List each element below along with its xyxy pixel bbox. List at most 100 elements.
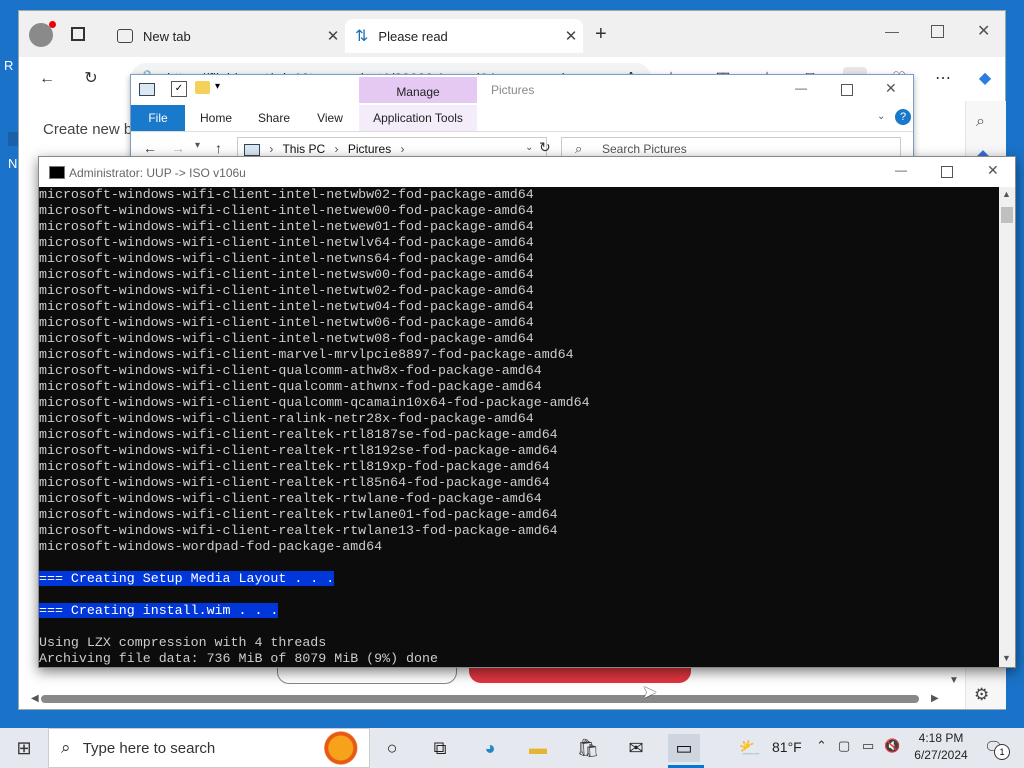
console-line-text: microsoft-windows-wifi-client-realtek-rt… bbox=[39, 475, 550, 490]
properties-checkbox-icon[interactable]: ✓ bbox=[171, 81, 187, 97]
console-line: microsoft-windows-wifi-client-realtek-rt… bbox=[39, 475, 999, 491]
copilot-icon[interactable]: ◆ bbox=[973, 67, 997, 91]
settings-gear-icon[interactable]: ⚙ bbox=[974, 685, 989, 705]
console-line: microsoft-windows-wifi-client-qualcomm-a… bbox=[39, 379, 999, 395]
command-prompt-icon[interactable]: ▭ bbox=[668, 734, 700, 762]
chevron-right-icon: › bbox=[334, 142, 339, 156]
back-icon[interactable]: ← bbox=[35, 67, 59, 91]
more-options-icon[interactable]: ⋯ bbox=[931, 67, 955, 91]
volume-muted-icon[interactable]: 🔇 bbox=[884, 738, 900, 754]
scroll-up-icon[interactable]: ▲ bbox=[1002, 189, 1011, 199]
search-icon: ⌕ bbox=[61, 738, 71, 757]
file-explorer-icon[interactable]: ▬ bbox=[522, 734, 554, 762]
sort-arrows-icon: ⇅ bbox=[355, 28, 369, 45]
tab-new-tab[interactable]: New tab ✕ bbox=[105, 19, 345, 53]
command-prompt-window: Administrator: UUP -> ISO v106u — ✕ micr… bbox=[38, 156, 1016, 668]
ribbon-tab-home[interactable]: Home bbox=[191, 105, 241, 131]
cmd-app-icon[interactable] bbox=[49, 166, 65, 179]
console-line: microsoft-windows-wifi-client-realtek-rt… bbox=[39, 523, 999, 539]
console-line-text: microsoft-windows-wifi-client-realtek-rt… bbox=[39, 459, 550, 474]
ribbon-tab-file[interactable]: File bbox=[131, 105, 185, 131]
ribbon-tab-share[interactable]: Share bbox=[249, 105, 299, 131]
console-line-text: microsoft-windows-wifi-client-realtek-rt… bbox=[39, 427, 558, 442]
close-tab-icon[interactable]: ✕ bbox=[559, 27, 583, 45]
back-icon[interactable]: ← bbox=[143, 140, 157, 156]
console-line-text: microsoft-windows-wifi-client-intel-netw… bbox=[39, 315, 534, 330]
search-placeholder: Type here to search bbox=[82, 740, 216, 757]
console-line: microsoft-windows-wifi-client-intel-netw… bbox=[39, 235, 999, 251]
console-line: microsoft-windows-wifi-client-intel-netw… bbox=[39, 219, 999, 235]
this-pc-icon bbox=[244, 143, 260, 156]
desktop-icon[interactable] bbox=[8, 132, 18, 146]
new-tab-icon bbox=[117, 29, 133, 43]
task-view-icon[interactable]: ⧉ bbox=[424, 734, 456, 762]
folder-icon[interactable] bbox=[195, 81, 210, 94]
console-line: microsoft-windows-wifi-client-intel-netw… bbox=[39, 315, 999, 331]
console-line-text: === Creating Setup Media Layout . . . bbox=[39, 571, 335, 586]
close-button[interactable]: ✕ bbox=[885, 80, 897, 97]
tab-actions-icon[interactable] bbox=[71, 27, 85, 41]
console-line: microsoft-windows-wifi-client-ralink-net… bbox=[39, 411, 999, 427]
tab-label: New tab bbox=[143, 28, 191, 44]
mail-icon[interactable]: ✉ bbox=[620, 734, 652, 762]
up-icon[interactable]: ↑ bbox=[215, 140, 222, 156]
close-tab-icon[interactable]: ✕ bbox=[321, 27, 345, 45]
weather-temp[interactable]: 81°F bbox=[772, 739, 802, 755]
meet-now-icon[interactable]: ▢ bbox=[838, 738, 850, 754]
console-line: microsoft-windows-wifi-client-realtek-rt… bbox=[39, 427, 999, 443]
refresh-icon[interactable]: ↻ bbox=[539, 139, 551, 156]
breadcrumb-item[interactable]: Pictures bbox=[348, 142, 391, 156]
ribbon-tab-application-tools[interactable]: Application Tools bbox=[359, 105, 477, 131]
edge-browser-icon[interactable]: ◕ bbox=[474, 734, 506, 762]
search-icon[interactable]: ⌕ bbox=[976, 113, 985, 131]
ribbon-tab-view[interactable]: View bbox=[305, 105, 355, 131]
close-button[interactable]: ✕ bbox=[987, 162, 999, 179]
console-line-text: microsoft-windows-wifi-client-intel-netw… bbox=[39, 219, 534, 234]
tab-please-read[interactable]: ⇅ Please read ✕ bbox=[345, 19, 583, 53]
minimize-button[interactable]: — bbox=[795, 81, 807, 95]
minimize-button[interactable]: — bbox=[885, 23, 899, 39]
chevron-right-icon: › bbox=[400, 142, 405, 156]
address-dropdown-icon[interactable]: ⌄ bbox=[525, 142, 533, 153]
windows-start-icon[interactable]: ⊞ bbox=[8, 734, 40, 762]
clock[interactable]: 4:18 PM 6/27/2024 bbox=[908, 731, 974, 762]
desktop-icon-label: R bbox=[4, 58, 14, 73]
console-line: microsoft-windows-wifi-client-intel-netw… bbox=[39, 251, 999, 267]
scroll-right-icon[interactable]: ▶ bbox=[931, 693, 939, 704]
vertical-scrollbar[interactable]: ▲ ▼ bbox=[999, 187, 1015, 667]
weather-icon[interactable]: ⛅ bbox=[734, 734, 766, 762]
console-line: microsoft-windows-wifi-client-intel-netw… bbox=[39, 187, 999, 203]
console-output[interactable]: microsoft-windows-wifi-client-intel-netw… bbox=[39, 187, 999, 667]
quick-access-dropdown-icon[interactable]: ▾ bbox=[215, 81, 220, 92]
recent-locations-icon[interactable]: ▾ bbox=[195, 140, 200, 151]
search-highlight-sun-icon bbox=[300, 730, 368, 766]
maximize-button[interactable] bbox=[931, 25, 944, 38]
new-tab-button[interactable]: + bbox=[595, 23, 607, 46]
console-line-text: microsoft-windows-wifi-client-ralink-net… bbox=[39, 411, 534, 426]
console-line-text: microsoft-windows-wifi-client-realtek-rt… bbox=[39, 523, 558, 538]
close-button[interactable]: ✕ bbox=[977, 21, 990, 41]
scroll-left-icon[interactable]: ◀ bbox=[31, 693, 39, 704]
microsoft-store-icon[interactable]: 🛍 bbox=[572, 734, 604, 762]
maximize-button[interactable] bbox=[941, 166, 953, 178]
explorer-app-icon[interactable] bbox=[139, 83, 155, 96]
horizontal-scrollbar[interactable] bbox=[41, 695, 919, 703]
scroll-down-icon[interactable]: ▼ bbox=[1002, 653, 1011, 663]
console-line: microsoft-windows-wifi-client-qualcomm-a… bbox=[39, 363, 999, 379]
forward-icon[interactable]: → bbox=[171, 140, 185, 156]
network-icon[interactable]: ▭ bbox=[862, 738, 874, 754]
scroll-down-icon[interactable]: ▼ bbox=[949, 675, 959, 686]
console-line: microsoft-windows-wifi-client-marvel-mrv… bbox=[39, 347, 999, 363]
refresh-icon[interactable]: ↻ bbox=[79, 67, 103, 91]
console-line-text: microsoft-windows-wifi-client-realtek-rt… bbox=[39, 443, 558, 458]
minimize-button[interactable]: — bbox=[895, 163, 907, 177]
breadcrumb-item[interactable]: This PC bbox=[282, 142, 325, 156]
cortana-icon[interactable]: ○ bbox=[376, 734, 408, 762]
show-hidden-icons-icon[interactable]: ⌃ bbox=[816, 738, 827, 754]
console-line-text: microsoft-windows-wifi-client-intel-netw… bbox=[39, 187, 534, 202]
ribbon-expand-icon[interactable]: ⌄ bbox=[877, 111, 885, 122]
help-icon[interactable]: ? bbox=[895, 109, 911, 125]
scrollbar-thumb[interactable] bbox=[1001, 207, 1013, 223]
maximize-button[interactable] bbox=[841, 84, 853, 96]
